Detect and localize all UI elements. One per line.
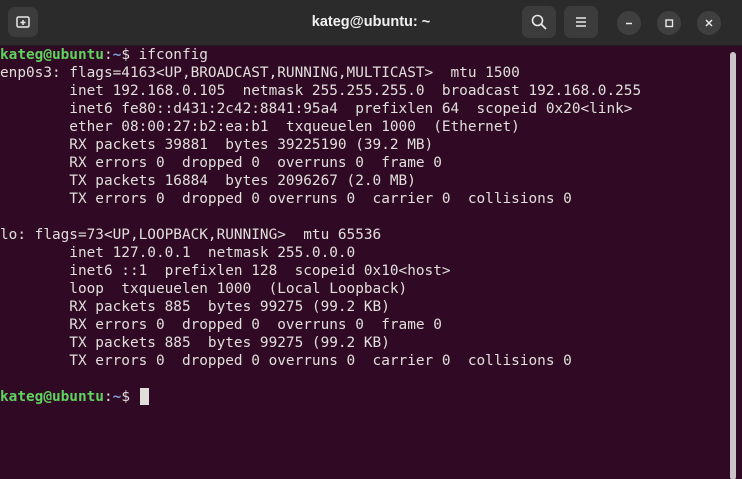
terminal-output[interactable]: kateg@ubuntu:~$ ifconfig enp0s3: flags=4… [0,46,722,479]
output-line: inet6 ::1 prefixlen 128 scopeid 0x10<hos… [0,263,451,279]
output-line: RX packets 39881 bytes 39225190 (39.2 MB… [0,137,434,153]
prompt-path: ~ [112,389,122,405]
output-line: inet 127.0.0.1 netmask 255.0.0.0 [0,245,356,261]
scrollbar[interactable] [723,46,742,479]
close-button[interactable] [697,11,721,35]
output-line: inet6 fe80::d431:2c42:8841:95a4 prefixle… [0,101,633,117]
search-button[interactable] [522,6,556,38]
prompt-colon: : [103,389,113,405]
terminal-window: kateg@ubuntu: ~ kateg@ubuntu:~$ ifconfig… [0,0,742,479]
output-line: TX packets 885 bytes 99275 (99.2 KB) [0,335,390,351]
output-line: RX packets 885 bytes 99275 (99.2 KB) [0,299,390,315]
search-icon [530,13,548,31]
title-bar[interactable]: kateg@ubuntu: ~ [0,0,742,46]
prompt-user: kateg@ubuntu [0,389,104,405]
maximize-icon [663,17,675,29]
minimize-icon [623,17,635,29]
prompt-symbol: $ [121,47,139,63]
output-line: lo: flags=73<UP,LOOPBACK,RUNNING> mtu 65… [0,227,382,243]
menu-button[interactable] [564,6,598,38]
scrollbar-thumb[interactable] [730,52,736,479]
command-line: kateg@ubuntu:~$ ifconfig [0,46,722,64]
prompt-colon: : [103,47,113,63]
output-line: loop txqueuelen 1000 (Local Loopback) [0,281,408,297]
output-line: TX errors 0 dropped 0 overruns 0 carrier… [0,191,572,207]
output-line: RX errors 0 dropped 0 overruns 0 frame 0 [0,317,442,333]
output-line: enp0s3: flags=4163<UP,BROADCAST,RUNNING,… [0,65,520,81]
prompt-symbol: $ [121,389,139,405]
maximize-button[interactable] [657,11,681,35]
new-tab-button[interactable] [8,7,38,37]
output-line: TX errors 0 dropped 0 overruns 0 carrier… [0,353,572,369]
close-icon [703,17,715,29]
minimize-button[interactable] [617,11,641,35]
active-prompt-line[interactable]: kateg@ubuntu:~$ [0,388,722,406]
prompt-path: ~ [112,47,122,63]
command-output: enp0s3: flags=4163<UP,BROADCAST,RUNNING,… [0,64,722,388]
output-line: TX packets 16884 bytes 2096267 (2.0 MB) [0,173,416,189]
hamburger-menu-icon [573,14,589,30]
command-text: ifconfig [138,47,208,63]
text-cursor [139,388,149,405]
output-line: ether 08:00:27:b2:ea:b1 txqueuelen 1000 … [0,119,520,135]
output-line: inet 192.168.0.105 netmask 255.255.255.0… [0,83,642,99]
new-tab-icon [15,14,31,30]
output-line: RX errors 0 dropped 0 overruns 0 frame 0 [0,155,442,171]
prompt-user: kateg@ubuntu [0,47,104,63]
